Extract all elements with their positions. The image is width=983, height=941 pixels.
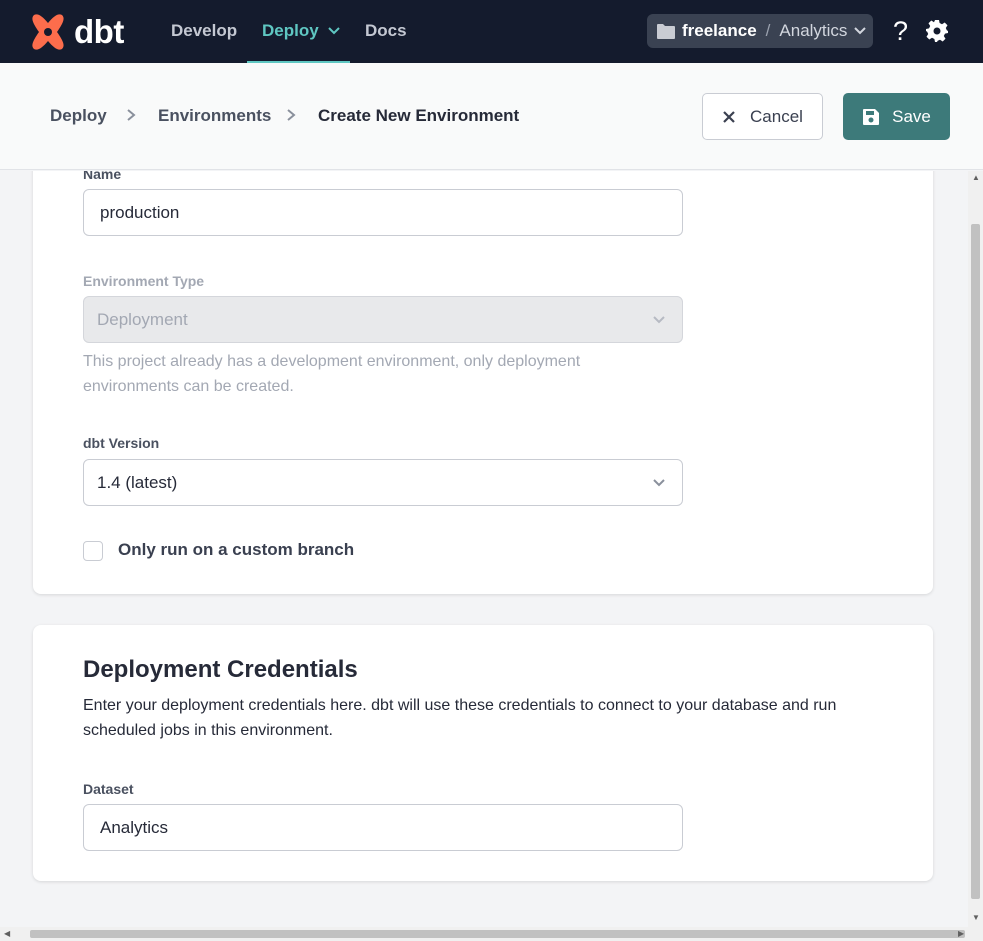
cancel-button[interactable]: Cancel (702, 93, 823, 140)
nav-deploy[interactable]: Deploy (247, 0, 350, 63)
deployment-credentials-card: Deployment Credentials Enter your deploy… (33, 625, 933, 881)
close-icon (723, 110, 735, 123)
scroll-down-arrow-icon[interactable]: ▼ (972, 913, 980, 922)
breadcrumb-current: Create New Environment (318, 106, 520, 125)
dbt-version-select[interactable]: 1.4 (latest) (83, 459, 683, 506)
name-input[interactable]: production (83, 189, 683, 236)
project-name: Analytics (779, 21, 848, 40)
project-selector[interactable]: freelance / Analytics (647, 14, 873, 48)
project-separator: / (765, 21, 771, 40)
chevron-right-icon (287, 109, 296, 121)
chevron-down-icon (653, 479, 665, 487)
save-icon (863, 108, 880, 125)
scroll-up-arrow-icon[interactable]: ▲ (972, 173, 980, 182)
horizontal-scrollbar-thumb[interactable] (30, 930, 965, 938)
dbt-version-value: 1.4 (latest) (97, 472, 178, 492)
chevron-down-icon (653, 316, 665, 324)
environment-type-label: Environment Type (83, 273, 205, 289)
credentials-description: Enter your deployment credentials here. … (83, 697, 837, 739)
custom-branch-label[interactable]: Only run on a custom branch (118, 540, 354, 560)
name-label: Name (83, 171, 122, 182)
scroll-right-arrow-icon[interactable]: ▶ (958, 929, 964, 938)
page-header: Deploy Environments Create New Environme… (0, 63, 983, 170)
vertical-scrollbar-thumb[interactable] (971, 224, 980, 899)
dbt-logo-icon (32, 14, 64, 50)
credentials-title: Deployment Credentials (83, 656, 358, 683)
folder-icon (657, 23, 675, 39)
chevron-down-icon (854, 27, 867, 35)
gear-icon[interactable] (925, 19, 949, 43)
nav-deploy-label: Deploy (262, 21, 319, 40)
save-button[interactable]: Save (843, 93, 950, 140)
breadcrumb-deploy[interactable]: Deploy (50, 106, 107, 126)
dbt-logo-text: dbt (74, 13, 124, 50)
breadcrumb-environments[interactable]: Environments (158, 106, 271, 126)
nav-docs[interactable]: Docs (365, 0, 407, 63)
main-content[interactable]: Name production Environment Type Deploym… (0, 171, 968, 927)
environment-type-help: This project already has a development e… (83, 353, 581, 395)
account-name: freelance (682, 21, 757, 40)
chevron-down-icon (328, 27, 341, 35)
dataset-label: Dataset (83, 781, 134, 797)
top-navigation-bar: dbt Develop Deploy Docs freelance / Anal… (0, 0, 983, 63)
help-icon[interactable]: ? (893, 16, 917, 46)
vertical-scrollbar[interactable]: ▲ ▼ (968, 171, 983, 927)
environment-type-value: Deployment (97, 309, 188, 329)
horizontal-scrollbar[interactable]: ◀ ▶ (0, 927, 983, 941)
environment-settings-card: Name production Environment Type Deploym… (33, 171, 933, 594)
nav-develop[interactable]: Develop (171, 0, 237, 63)
dataset-input[interactable]: Analytics (83, 804, 683, 851)
dbt-logo[interactable]: dbt (28, 12, 124, 52)
scroll-left-arrow-icon[interactable]: ◀ (4, 929, 10, 938)
cancel-button-label: Cancel (750, 106, 803, 126)
dbt-version-label: dbt Version (83, 435, 160, 451)
environment-type-select: Deployment (83, 296, 683, 343)
save-button-label: Save (892, 106, 931, 126)
custom-branch-checkbox[interactable] (83, 541, 103, 561)
chevron-right-icon (127, 109, 136, 121)
